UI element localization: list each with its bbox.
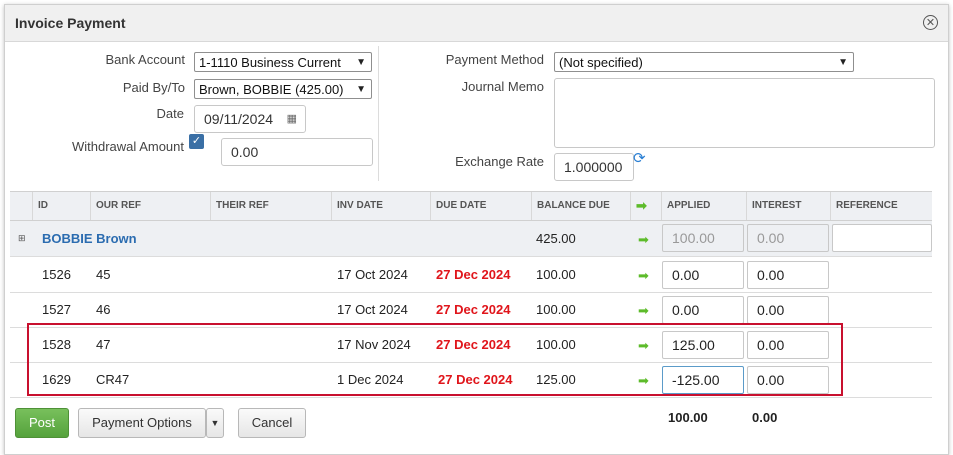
col-id[interactable]: ID: [32, 192, 90, 220]
group-reference-field[interactable]: [832, 224, 932, 252]
chevron-down-icon: ▼: [838, 57, 848, 68]
interest-value: 0.00: [757, 267, 785, 283]
date-field[interactable]: 09/11/2024 ▦: [194, 105, 306, 133]
col-our-ref[interactable]: OUR REF: [90, 192, 210, 220]
expand-icon[interactable]: ⊞: [18, 221, 26, 256]
payment-method-value: (Not specified): [559, 55, 643, 70]
group-applied-field: 100.00: [662, 224, 744, 252]
group-balance: 425.00: [536, 231, 576, 246]
applied-input[interactable]: 0.00: [662, 261, 744, 289]
withdrawal-amount-value: 0.00: [231, 144, 259, 160]
column-divider: [378, 46, 379, 181]
row-due-date: 27 Dec 2024: [436, 267, 511, 282]
exchange-rate-value: 1.000000: [564, 159, 623, 175]
journal-memo-label: Journal Memo: [461, 79, 544, 94]
col-reference[interactable]: REFERENCE: [830, 192, 932, 220]
chevron-down-icon: ▼: [356, 57, 366, 68]
applied-value: 0.00: [672, 267, 700, 283]
dialog-title: Invoice Payment: [15, 15, 126, 31]
caret-down-icon: ▼: [210, 418, 220, 428]
withdrawal-checkbox[interactable]: ✓: [189, 134, 204, 149]
col-inv-date[interactable]: INV DATE: [331, 192, 430, 220]
paid-by-label: Paid By/To: [122, 80, 185, 95]
green-right-arrow-icon[interactable]: ➡: [638, 303, 649, 319]
table-row: 1526 45 17 Oct 2024 27 Dec 2024 100.00 ➡…: [10, 257, 932, 293]
col-their-ref[interactable]: THEIR REF: [210, 192, 331, 220]
total-applied: 100.00: [668, 410, 708, 425]
col-due-date[interactable]: DUE DATE: [430, 192, 531, 220]
row-due-date: 27 Dec 2024: [436, 302, 511, 317]
row-our-ref: 46: [96, 302, 111, 317]
row-inv-date: 17 Oct 2024: [337, 267, 408, 282]
grid-header: ID OUR REF THEIR REF INV DATE DUE DATE B…: [10, 192, 932, 221]
exchange-rate-input[interactable]: 1.000000: [554, 153, 634, 181]
col-interest[interactable]: INTEREST: [746, 192, 830, 220]
withdrawal-amount-input[interactable]: 0.00: [221, 138, 373, 166]
green-right-arrow-icon[interactable]: ➡: [638, 232, 649, 248]
row-balance: 100.00: [536, 302, 576, 317]
group-applied-value: 100.00: [672, 230, 715, 246]
cancel-button[interactable]: Cancel: [238, 408, 306, 438]
chevron-down-icon: ▼: [356, 84, 366, 95]
group-interest-value: 0.00: [757, 230, 785, 246]
group-name[interactable]: BOBBIE Brown: [42, 221, 137, 256]
row-id: 1526: [42, 267, 71, 282]
col-balance-due[interactable]: BALANCE DUE: [531, 192, 630, 220]
title-bar: Invoice Payment ✕: [5, 5, 948, 42]
date-label: Date: [156, 106, 184, 121]
total-interest: 0.00: [752, 410, 778, 425]
group-interest-field: 0.00: [747, 224, 829, 252]
date-value: 09/11/2024: [204, 111, 274, 127]
close-icon[interactable]: ✕: [923, 15, 938, 30]
payment-options-button[interactable]: Payment Options: [78, 408, 206, 438]
payment-method-label: Payment Method: [445, 52, 544, 67]
calendar-icon[interactable]: ▦: [287, 106, 297, 133]
withdrawal-amount-label: Withdrawal Amount: [72, 139, 184, 154]
row-id: 1527: [42, 302, 71, 317]
payment-method-select[interactable]: (Not specified) ▼: [554, 52, 854, 72]
col-applied[interactable]: APPLIED: [661, 192, 746, 220]
applied-input[interactable]: 0.00: [662, 296, 744, 324]
bank-account-label: Bank Account: [105, 52, 186, 67]
payment-options-dropdown[interactable]: ▼: [206, 408, 224, 438]
post-button[interactable]: Post: [15, 408, 69, 438]
interest-input[interactable]: 0.00: [747, 296, 829, 324]
journal-memo-textarea[interactable]: [554, 78, 935, 148]
row-inv-date: 17 Oct 2024: [337, 302, 408, 317]
group-row: ⊞ BOBBIE Brown 425.00 ➡ 100.00 0.00: [10, 221, 932, 257]
green-right-arrow-icon[interactable]: ➡: [638, 268, 649, 284]
interest-value: 0.00: [757, 302, 785, 318]
paid-by-value: Brown, BOBBIE (425.00): [199, 82, 344, 97]
row-balance: 100.00: [536, 267, 576, 282]
refresh-icon[interactable]: ⟳: [633, 149, 646, 167]
exchange-rate-label: Exchange Rate: [455, 154, 544, 169]
bank-account-value: 1-1110 Business Current: [199, 55, 341, 70]
applied-value: 0.00: [672, 302, 700, 318]
bank-account-select[interactable]: 1-1110 Business Current ▼: [194, 52, 372, 72]
apply-all-arrow-icon[interactable]: ➡: [630, 192, 661, 220]
row-our-ref: 45: [96, 267, 111, 282]
highlight-box: [27, 323, 843, 396]
paid-by-select[interactable]: Brown, BOBBIE (425.00) ▼: [194, 79, 372, 99]
interest-input[interactable]: 0.00: [747, 261, 829, 289]
